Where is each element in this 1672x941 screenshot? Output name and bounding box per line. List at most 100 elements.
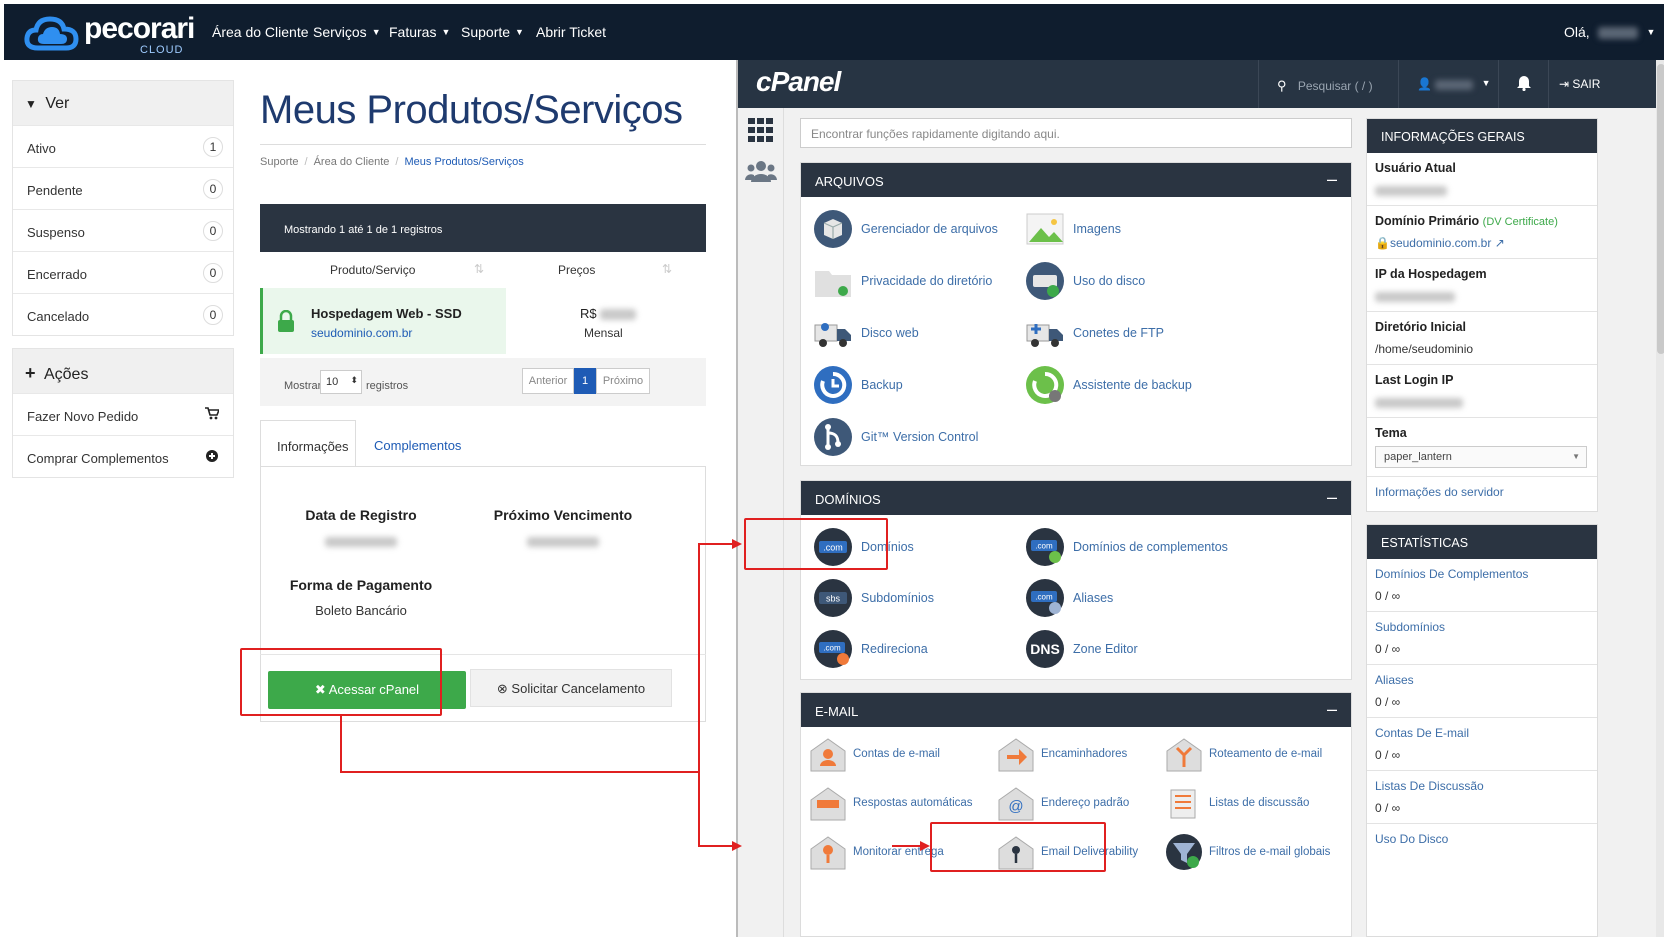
- top-navbar: pecorari CLOUD Área do Cliente Serviços ▼…: [4, 4, 1664, 60]
- panel-header[interactable]: ARQUIVOS –: [801, 163, 1351, 197]
- updown-icon: ⬍: [350, 375, 358, 385]
- users-icon[interactable]: [745, 160, 777, 184]
- server-info-link[interactable]: Informações do servidor: [1375, 485, 1589, 499]
- filter-item-ativo[interactable]: Ativo 1: [13, 125, 233, 167]
- nav-item-area-cliente[interactable]: Área do Cliente: [212, 24, 309, 40]
- prev-page-button[interactable]: Anterior: [522, 368, 574, 394]
- tab-informacoes[interactable]: Informações: [260, 420, 356, 468]
- dv-certificate-link[interactable]: (DV Certificate): [1483, 216, 1558, 228]
- filter-item-cancelado[interactable]: Cancelado 0: [13, 293, 233, 335]
- panel-arquivos: ARQUIVOS – Gerenciador de arquivos Imagen…: [800, 162, 1352, 466]
- annotation-connector: [698, 543, 700, 846]
- cpanel-info-column: INFORMAÇÕES GERAIS Usuário Atual Domínio…: [1366, 118, 1598, 937]
- at-sign-icon: @: [998, 787, 1034, 821]
- table-row[interactable]: Hospedagem Web - SSD seudominio.com.br R…: [260, 288, 706, 354]
- tab-bar: Informações Complementos: [260, 420, 706, 468]
- scrollbar-thumb[interactable]: [1657, 64, 1664, 354]
- primary-domain-value[interactable]: 🔒seudominio.com.br ↗: [1375, 236, 1589, 250]
- stat-label[interactable]: Uso Do Disco: [1375, 832, 1589, 846]
- nav-item-abrir-ticket[interactable]: Abrir Ticket: [536, 24, 606, 40]
- annotation-connector: [340, 771, 700, 773]
- theme-value: paper_lantern: [1384, 451, 1452, 463]
- sort-icon[interactable]: ⇅: [662, 262, 672, 276]
- backup-icon: [814, 366, 852, 404]
- brand-logo[interactable]: pecorari CLOUD: [24, 12, 195, 56]
- request-cancel-button[interactable]: ⊗ Solicitar Cancelamento: [470, 669, 672, 707]
- ftp-truck-icon: [1026, 324, 1063, 347]
- payment-method-value: Boleto Bancário: [315, 603, 407, 618]
- greeting-text: Olá,: [1564, 24, 1590, 40]
- breadcrumb-item-area-cliente[interactable]: Área do Cliente: [314, 156, 390, 168]
- filter-item-encerrado[interactable]: Encerrado 0: [13, 251, 233, 293]
- sort-icon[interactable]: ⇅: [474, 262, 484, 276]
- collapse-icon[interactable]: –: [1327, 169, 1337, 190]
- panel-email: E-MAIL – Contas de e-mail Encaminhadores …: [800, 692, 1352, 937]
- item-label: Encaminhadores: [1041, 748, 1128, 760]
- page-1-button[interactable]: 1: [574, 368, 596, 394]
- filter-item-suspenso[interactable]: Suspenso 0: [13, 209, 233, 251]
- filter-panel-title: Ver: [45, 95, 70, 112]
- alias-icon: .com: [1026, 579, 1064, 617]
- column-header-price[interactable]: Preços: [558, 263, 595, 277]
- quick-find-input[interactable]: Encontrar funções rapidamente digitando …: [800, 118, 1352, 148]
- nav-item-servicos[interactable]: Serviços ▼: [313, 24, 381, 40]
- scrollbar[interactable]: [1656, 60, 1664, 937]
- annotation-highlight-cpanel-button: [240, 648, 442, 716]
- item-label: Privacidade do diretório: [861, 274, 993, 288]
- filter-label: Pendente: [27, 183, 83, 198]
- cpanel-user-menu[interactable]: 👤 ▼: [1398, 60, 1498, 108]
- nav-item-suporte[interactable]: Suporte ▼: [461, 24, 524, 40]
- stat-row: Contas De E-mail 0 / ∞: [1367, 717, 1597, 770]
- tab-complementos[interactable]: Complementos: [358, 420, 478, 468]
- item-label: Domínios de complementos: [1073, 540, 1228, 554]
- notifications-bell-icon[interactable]: [1498, 60, 1548, 108]
- home-dir-row: Diretório Inicial /home/seudominio: [1367, 311, 1597, 364]
- stat-label[interactable]: Subdomínios: [1375, 620, 1589, 634]
- panel-title: ARQUIVOS: [815, 174, 884, 189]
- cpanel-logo[interactable]: cPanel: [756, 66, 841, 98]
- logout-label: SAIR: [1572, 77, 1601, 91]
- svg-text:DNS: DNS: [1030, 641, 1060, 657]
- git-icon: [814, 418, 852, 456]
- search-placeholder: Pesquisar ( / ): [1297, 79, 1373, 93]
- cancel-circle-icon: ⊗: [496, 681, 508, 696]
- breadcrumb-item-suporte[interactable]: Suporte: [260, 156, 299, 168]
- stat-label[interactable]: Contas De E-mail: [1375, 726, 1589, 740]
- grid-apps-icon[interactable]: [748, 118, 774, 142]
- stat-value: 0 / ∞: [1375, 695, 1401, 709]
- theme-select[interactable]: paper_lantern ▼: [1375, 446, 1587, 468]
- page-size-select[interactable]: 10 ⬍: [320, 370, 362, 394]
- nav-item-faturas[interactable]: Faturas ▼: [389, 24, 450, 40]
- next-page-button[interactable]: Próximo: [596, 368, 650, 394]
- item-label: Assistente de backup: [1073, 378, 1192, 392]
- stat-row: Subdomínios 0 / ∞: [1367, 611, 1597, 664]
- annotation-connector: [698, 543, 732, 545]
- product-domain[interactable]: seudominio.com.br: [311, 326, 412, 340]
- collapse-icon[interactable]: –: [1327, 699, 1337, 720]
- column-header-product[interactable]: Produto/Serviço: [330, 263, 415, 277]
- client-area: ▼ Ver Ativo 1 Pendente 0 Suspenso 0 Encerra…: [4, 60, 736, 937]
- annotation-highlight-domains: [744, 518, 888, 570]
- cpanel-window: cPanel ⚲ Pesquisar ( / ) 👤 ▼ ⇥ SAIR Enco…: [736, 60, 1664, 937]
- stat-label[interactable]: Domínios De Complementos: [1375, 567, 1589, 581]
- cpanel-search[interactable]: ⚲ Pesquisar ( / ): [1258, 60, 1398, 108]
- page-title: Meus Produtos/Serviços: [260, 88, 683, 132]
- collapse-icon[interactable]: –: [1327, 487, 1337, 508]
- search-icon: ⚲: [1277, 78, 1287, 93]
- action-buy-addons[interactable]: Comprar Complementos: [13, 435, 233, 477]
- filter-panel: ▼ Ver Ativo 1 Pendente 0 Suspenso 0 Encerra…: [12, 80, 234, 336]
- panel-header[interactable]: DOMÍNIOS –: [801, 481, 1351, 515]
- panel-header[interactable]: E-MAIL –: [801, 693, 1351, 727]
- filter-item-pendente[interactable]: Pendente 0: [13, 167, 233, 209]
- filter-label: Ativo: [27, 141, 56, 156]
- user-menu[interactable]: Olá, ▼: [1564, 24, 1655, 40]
- action-new-order[interactable]: Fazer Novo Pedido: [13, 393, 233, 435]
- caret-down-icon: ▼: [515, 27, 524, 37]
- stat-label[interactable]: Listas De Discussão: [1375, 779, 1589, 793]
- stat-label[interactable]: Aliases: [1375, 673, 1589, 687]
- file-manager-icon: [814, 210, 852, 248]
- payment-method-label: Forma de Pagamento: [289, 577, 433, 593]
- item-label: Gerenciador de arquivos: [861, 222, 998, 236]
- logout-button[interactable]: ⇥ SAIR: [1548, 60, 1618, 108]
- filter-panel-header: ▼ Ver: [13, 81, 233, 125]
